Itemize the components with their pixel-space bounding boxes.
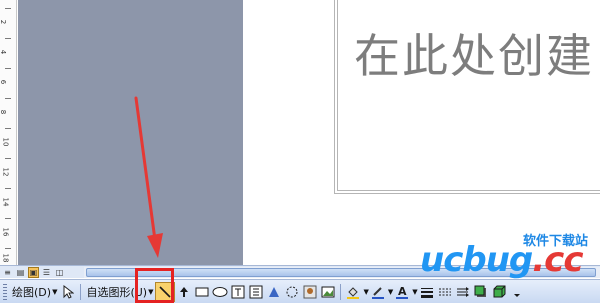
ruler-number: 8	[0, 109, 8, 115]
toolbar-separator	[80, 283, 82, 300]
rectangle-tool-icon[interactable]	[194, 284, 210, 300]
chevron-down-icon: ▼	[52, 287, 58, 296]
chevron-down-icon[interactable]: ▼	[388, 288, 393, 296]
ruler-tick	[5, 8, 11, 9]
page-view-button[interactable]: ▣	[28, 266, 39, 278]
draw-menu-button[interactable]: 绘图(D) ▼	[10, 283, 59, 301]
watermark-logo-cc: cc	[544, 240, 583, 280]
font-color-icon[interactable]: A	[394, 284, 410, 300]
shadow-style-icon[interactable]	[473, 284, 489, 300]
picture-tool-icon[interactable]	[320, 284, 336, 300]
ruler-number: 16	[1, 227, 10, 237]
watermark-logo-main: ucbug	[420, 240, 533, 280]
ruler-tick	[5, 128, 11, 129]
pasteboard-area	[18, 0, 243, 265]
watermark-logo-dot: .	[532, 240, 545, 280]
svg-text:A: A	[398, 285, 407, 298]
clipart-tool-icon[interactable]	[302, 284, 318, 300]
ruler-number: 18	[1, 253, 10, 263]
3d-style-icon[interactable]	[491, 284, 507, 300]
ruler-tick	[5, 98, 11, 99]
select-objects-icon[interactable]	[60, 284, 76, 300]
vertical-ruler: 2 4 6 8 10 12 14 16 18	[0, 0, 17, 265]
line-color-icon[interactable]	[370, 284, 386, 300]
ruler-number: 10	[1, 137, 10, 147]
vertical-textbox-tool-icon[interactable]	[248, 284, 264, 300]
drawing-toolbar: 绘图(D) ▼ 自选图形(U) ▼ ▼ ▼ A ▼	[0, 279, 600, 303]
ruler-tick	[5, 188, 11, 189]
arrow-tool-icon[interactable]	[176, 284, 192, 300]
ruler-number: 12	[1, 167, 10, 177]
ruler-tick	[5, 38, 11, 39]
textbox-tool-icon[interactable]	[230, 284, 246, 300]
placeholder-text[interactable]: 在此处创建	[354, 20, 594, 86]
ruler-number: 4	[0, 49, 8, 55]
dash-style-icon[interactable]	[437, 284, 453, 300]
chevron-down-icon[interactable]: ▼	[412, 288, 417, 296]
toolbar-grip[interactable]	[3, 283, 7, 300]
arrow-style-icon[interactable]	[455, 284, 471, 300]
toolbar-options-icon[interactable]	[509, 284, 525, 300]
watermark-logo-text: ucbug.cc	[420, 240, 583, 280]
slide-page[interactable]: 在此处创建	[244, 0, 600, 265]
fill-color-icon[interactable]	[345, 284, 361, 300]
ruler-number: 6	[0, 79, 8, 85]
diagram-tool-icon[interactable]	[284, 284, 300, 300]
line-style-icon[interactable]	[419, 284, 435, 300]
toolbar-separator	[340, 283, 342, 300]
oval-tool-icon[interactable]	[212, 284, 228, 300]
line-tool-highlight-box	[135, 268, 174, 303]
draw-menu-label: 绘图(D)	[12, 285, 52, 299]
ucbug-watermark-logo: 软件下载站 ucbug.cc	[420, 230, 600, 280]
ruler-tick	[5, 158, 11, 159]
web-view-button[interactable]: ▤	[15, 267, 26, 278]
ruler-number: 14	[1, 197, 10, 207]
outline-view-button[interactable]: ☰	[41, 267, 52, 278]
ruler-number: 2	[0, 19, 8, 25]
wordart-tool-icon[interactable]	[266, 284, 282, 300]
ruler-tick	[5, 218, 11, 219]
reading-view-button[interactable]: ◫	[54, 267, 65, 278]
chevron-down-icon[interactable]: ▼	[363, 288, 368, 296]
ruler-tick	[5, 68, 11, 69]
normal-view-button[interactable]: ≡	[2, 267, 13, 278]
ruler-tick	[5, 248, 11, 249]
